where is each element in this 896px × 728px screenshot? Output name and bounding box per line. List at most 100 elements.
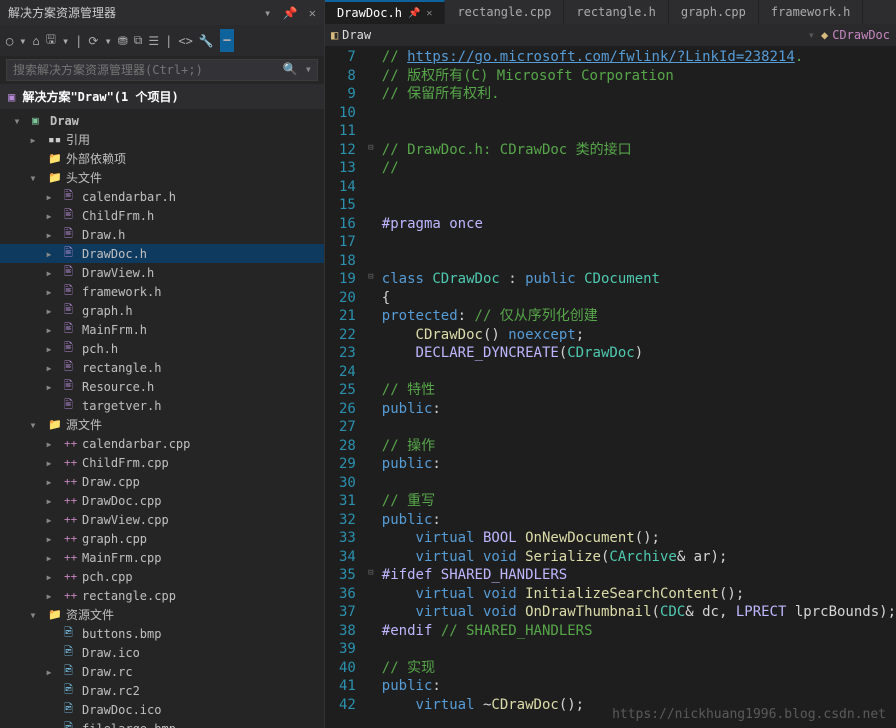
code-line[interactable] — [382, 252, 896, 271]
expand-icon[interactable]: ▸ — [44, 190, 54, 204]
tree-item[interactable]: ▸++Draw.cpp — [0, 472, 324, 491]
expand-icon[interactable]: ▸ — [44, 665, 54, 679]
breadcrumb-left[interactable]: ◧Draw — [331, 28, 802, 42]
code-line[interactable]: #ifdef SHARED_HANDLERS — [382, 566, 896, 585]
expand-icon[interactable]: ▸ — [44, 437, 54, 451]
tree-item[interactable]: ▸🖹Resource.h — [0, 377, 324, 396]
code-line[interactable] — [382, 640, 896, 659]
code-line[interactable]: virtual void Serialize(CArchive& ar); — [382, 548, 896, 567]
tree-item[interactable]: ▸▪▪引用 — [0, 130, 324, 149]
editor-tab[interactable]: rectangle.cpp — [445, 0, 564, 24]
code-line[interactable]: protected: // 仅从序列化创建 — [382, 307, 896, 326]
tree-item[interactable]: ▸++DrawView.cpp — [0, 510, 324, 529]
tree-item[interactable]: ▸++graph.cpp — [0, 529, 324, 548]
tree-item[interactable]: 🖻filelarge.bmp — [0, 719, 324, 728]
expand-icon[interactable]: ▸ — [44, 304, 54, 318]
tree-item[interactable]: ▸🖹calendarbar.h — [0, 187, 324, 206]
tree-item[interactable]: 🖹targetver.h — [0, 396, 324, 415]
tree-item[interactable]: ▸++ChildFrm.cpp — [0, 453, 324, 472]
expand-icon[interactable]: ▸ — [44, 494, 54, 508]
code-line[interactable]: CDrawDoc() noexcept; — [382, 326, 896, 345]
source-text[interactable]: // https://go.microsoft.com/fwlink/?Link… — [378, 46, 896, 728]
expand-icon[interactable]: ▾ — [28, 418, 38, 432]
code-line[interactable]: // DrawDoc.h: CDrawDoc 类的接口 — [382, 141, 896, 160]
expand-icon[interactable]: ▸ — [44, 570, 54, 584]
expand-icon[interactable]: ▸ — [44, 380, 54, 394]
code-line[interactable]: // 重写 — [382, 492, 896, 511]
code-line[interactable]: public: — [382, 511, 896, 530]
expand-icon[interactable]: ▸ — [44, 551, 54, 565]
tree-item[interactable]: 🖻Draw.rc2 — [0, 681, 324, 700]
tree-item[interactable]: ▸🖹ChildFrm.h — [0, 206, 324, 225]
tree-item[interactable]: ▸🖹rectangle.h — [0, 358, 324, 377]
code-line[interactable]: public: — [382, 677, 896, 696]
editor-tab[interactable]: framework.h — [759, 0, 863, 24]
tree-item[interactable]: ▾▣Draw — [0, 111, 324, 130]
expand-icon[interactable]: ▾ — [28, 171, 38, 185]
code-line[interactable]: // 保留所有权利. — [382, 85, 896, 104]
code-line[interactable] — [382, 418, 896, 437]
expand-icon[interactable]: ▸ — [44, 513, 54, 527]
code-line[interactable]: DECLARE_DYNCREATE(CDrawDoc) — [382, 344, 896, 363]
expand-icon[interactable]: ▸ — [44, 247, 54, 261]
code-line[interactable] — [382, 474, 896, 493]
code-line[interactable] — [382, 178, 896, 197]
tree-item[interactable]: ▸++rectangle.cpp — [0, 586, 324, 605]
code-line[interactable]: virtual void OnDrawThumbnail(CDC& dc, LP… — [382, 603, 896, 622]
code-line[interactable]: virtual BOOL OnNewDocument(); — [382, 529, 896, 548]
expand-icon[interactable]: ▸ — [44, 361, 54, 375]
code-line[interactable]: { — [382, 289, 896, 308]
filter-icon[interactable]: ⛃ — [118, 34, 128, 48]
expand-icon[interactable]: ▸ — [44, 532, 54, 546]
pin-icon[interactable]: 📌 — [408, 8, 420, 19]
expand-icon[interactable]: ▸ — [44, 266, 54, 280]
wrench-icon[interactable]: 🗕 — [220, 29, 235, 52]
editor-tab[interactable]: graph.cpp — [669, 0, 759, 24]
code-line[interactable]: // — [382, 159, 896, 178]
tree-item[interactable]: 📁外部依赖项 — [0, 149, 324, 168]
tree-item[interactable]: 🖻Draw.ico — [0, 643, 324, 662]
tree-item[interactable]: ▸🖹MainFrm.h — [0, 320, 324, 339]
fold-marker[interactable]: ⊟ — [364, 564, 378, 583]
solution-row[interactable]: ▣ 解决方案"Draw"(1 个项目) — [0, 84, 324, 109]
expand-icon[interactable]: ▾ — [12, 114, 22, 128]
tree-item[interactable]: ▸🖹graph.h — [0, 301, 324, 320]
tree-item[interactable]: 🖻buttons.bmp — [0, 624, 324, 643]
tree-item[interactable]: ▸++MainFrm.cpp — [0, 548, 324, 567]
close-icon[interactable]: ✕ — [309, 6, 316, 20]
search-input[interactable] — [6, 59, 318, 81]
fold-marker[interactable]: ⊟ — [364, 139, 378, 158]
code-line[interactable]: // 特性 — [382, 381, 896, 400]
close-tab-icon[interactable]: ✕ — [426, 8, 432, 19]
code-line[interactable]: #pragma once — [382, 215, 896, 234]
dropdown-icon[interactable]: ▾ — [264, 6, 271, 20]
code-line[interactable] — [382, 196, 896, 215]
code-icon[interactable]: <> — [178, 34, 192, 48]
expand-icon[interactable]: ▸ — [44, 342, 54, 356]
properties-icon[interactable]: 🔧 — [199, 34, 214, 48]
tree-item[interactable]: ▾📁源文件 — [0, 415, 324, 434]
collapse-icon[interactable]: ⧉ — [134, 33, 143, 48]
tree-item[interactable]: ▸🖻Draw.rc — [0, 662, 324, 681]
tree-item[interactable]: ▸🖹pch.h — [0, 339, 324, 358]
expand-icon[interactable]: ▸ — [44, 589, 54, 603]
expand-icon[interactable]: ▸ — [28, 133, 38, 147]
code-line[interactable] — [382, 122, 896, 141]
code-line[interactable]: public: — [382, 455, 896, 474]
code-line[interactable]: #endif // SHARED_HANDLERS — [382, 622, 896, 641]
breadcrumb-right[interactable]: ◆CDrawDoc — [821, 28, 890, 42]
expand-icon[interactable]: ▸ — [44, 456, 54, 470]
refresh-icon[interactable]: ⟳ — [88, 34, 98, 48]
tree-item[interactable]: ▸++calendarbar.cpp — [0, 434, 324, 453]
tree-item[interactable]: ▸++DrawDoc.cpp — [0, 491, 324, 510]
expand-icon[interactable]: ▸ — [44, 285, 54, 299]
showall-icon[interactable]: ☰ — [148, 34, 159, 48]
code-line[interactable]: virtual void InitializeSearchContent(); — [382, 585, 896, 604]
home-icon[interactable]: ⌂ — [32, 34, 39, 48]
code-line[interactable]: class CDrawDoc : public CDocument — [382, 270, 896, 289]
tree-item[interactable]: ▾📁资源文件 — [0, 605, 324, 624]
code-line[interactable] — [382, 363, 896, 382]
code-line[interactable] — [382, 104, 896, 123]
code-line[interactable]: // 版权所有(C) Microsoft Corporation — [382, 67, 896, 86]
fold-marker[interactable]: ⊟ — [364, 268, 378, 287]
